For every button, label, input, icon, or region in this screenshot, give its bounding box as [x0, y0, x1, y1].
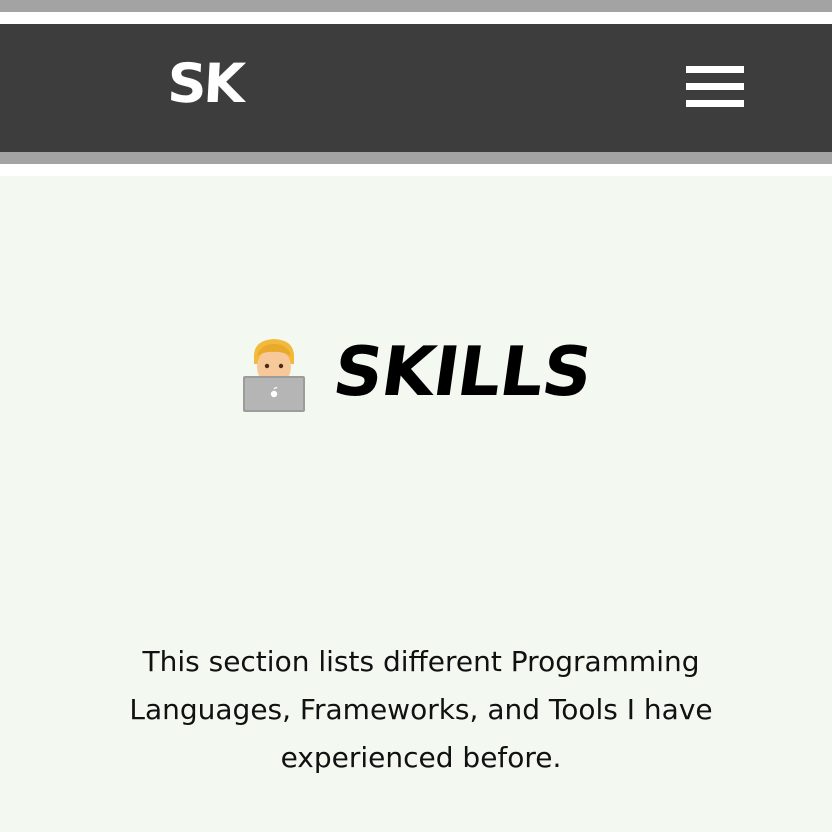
skills-heading: SKILLS [0, 333, 832, 412]
menu-bar [686, 83, 744, 90]
skills-title: SKILLS [328, 333, 597, 412]
skills-section: SKILLS This section lists different Prog… [0, 176, 832, 832]
top-stripe [0, 0, 832, 12]
menu-bar [686, 66, 744, 73]
menu-bar [686, 100, 744, 107]
navbar: SK [0, 24, 832, 152]
logo[interactable]: SK [164, 52, 248, 115]
skills-description: This section lists different Programming… [129, 645, 713, 774]
hamburger-menu-icon[interactable] [686, 66, 744, 108]
technologist-emoji-icon [241, 334, 307, 412]
bottom-stripe [0, 152, 832, 164]
